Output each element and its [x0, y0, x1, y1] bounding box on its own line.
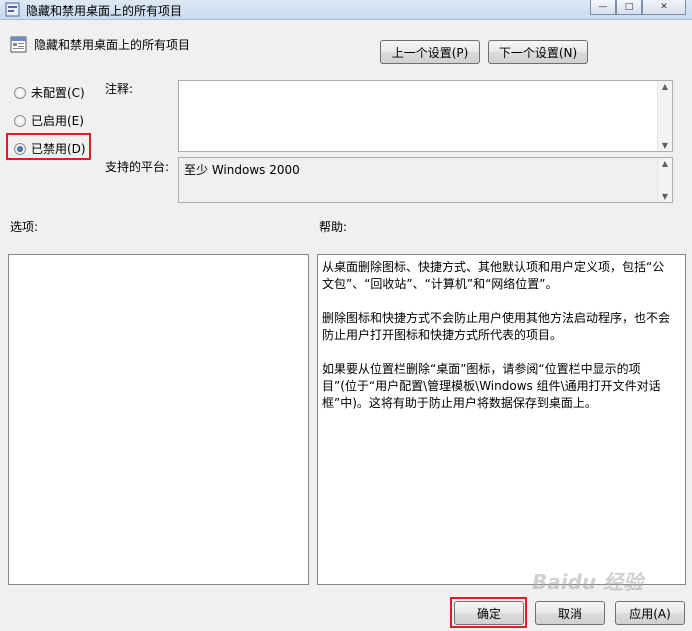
radio-label: 未配置(C) — [31, 86, 85, 100]
platform-label: 支持的平台: — [105, 160, 170, 174]
help-panel: 从桌面删除图标、快捷方式、其他默认项和用户定义项，包括“公文包”、“回收站”、“… — [317, 254, 686, 585]
maximize-button[interactable]: □ — [616, 0, 642, 15]
comment-label: 注释: — [105, 82, 134, 96]
platform-scrollbar[interactable]: ▲ ▼ — [657, 158, 672, 202]
highlight-box-ok — [450, 597, 527, 628]
radio-circle[interactable] — [14, 86, 26, 99]
help-paragraph: 从桌面删除图标、快捷方式、其他默认项和用户定义项，包括“公文包”、“回收站”、“… — [322, 260, 665, 291]
minimize-button[interactable]: — — [590, 0, 616, 15]
window-title: 隐藏和禁用桌面上的所有项目 — [26, 4, 183, 18]
scroll-up-icon[interactable]: ▲ — [658, 82, 672, 91]
policy-app-icon — [5, 2, 20, 17]
scroll-down-icon[interactable]: ▼ — [658, 141, 672, 150]
help-paragraph: 删除图标和快捷方式不会防止用户使用其他方法启动程序，也不会防止用户打开图标和快捷… — [322, 311, 671, 342]
radio-enabled[interactable]: 已启用(E) — [14, 112, 84, 129]
apply-button[interactable]: 应用(A) — [615, 601, 685, 625]
policy-name: 隐藏和禁用桌面上的所有项目 — [34, 38, 191, 52]
scroll-down-icon[interactable]: ▼ — [658, 192, 672, 201]
policy-icon — [10, 36, 27, 53]
scroll-up-icon[interactable]: ▲ — [658, 159, 672, 168]
options-label: 选项: — [10, 220, 39, 234]
radio-label: 已启用(E) — [31, 114, 84, 128]
close-button[interactable]: ✕ — [642, 0, 686, 15]
radio-not-configured[interactable]: 未配置(C) — [14, 84, 85, 101]
help-paragraph: 如果要从位置栏删除“桌面”图标，请参阅“位置栏中显示的项目”(位于“用户配置\管… — [322, 362, 661, 410]
window-controls: — □ ✕ — [590, 0, 686, 15]
platform-value: 至少 Windows 2000 — [184, 163, 300, 177]
highlight-box-disabled — [6, 133, 91, 160]
platform-box: 至少 Windows 2000 ▲ ▼ — [178, 157, 673, 203]
help-label: 帮助: — [319, 220, 348, 234]
comment-scrollbar[interactable]: ▲ ▼ — [657, 81, 672, 151]
next-setting-button[interactable]: 下一个设置(N) — [488, 40, 588, 64]
cancel-button[interactable]: 取消 — [535, 601, 605, 625]
watermark: Baidu 经验 — [532, 570, 644, 594]
title-bar: 隐藏和禁用桌面上的所有项目 — □ ✕ — [0, 0, 692, 20]
options-panel — [8, 254, 309, 585]
radio-circle[interactable] — [14, 114, 26, 127]
comment-textarea[interactable]: ▲ ▼ — [178, 80, 673, 152]
previous-setting-button[interactable]: 上一个设置(P) — [380, 40, 480, 64]
help-text: 从桌面删除图标、快捷方式、其他默认项和用户定义项，包括“公文包”、“回收站”、“… — [322, 259, 674, 429]
